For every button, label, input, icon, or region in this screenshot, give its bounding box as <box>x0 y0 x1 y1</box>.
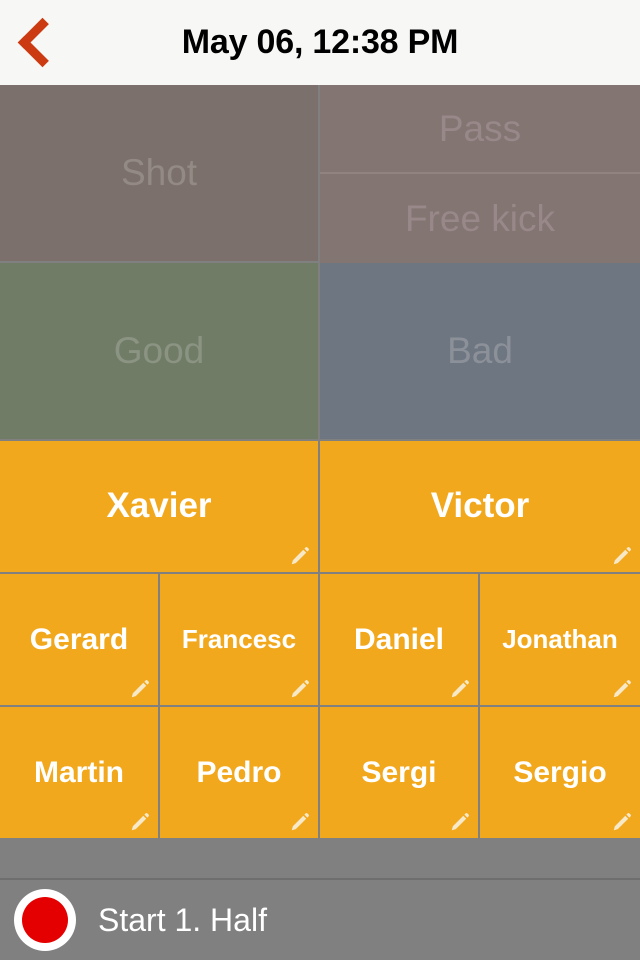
pencil-icon[interactable] <box>611 678 633 700</box>
player-tile[interactable]: Pedro <box>160 707 320 840</box>
back-button[interactable] <box>8 0 70 85</box>
record-circle-icon[interactable] <box>14 889 76 951</box>
quality-tile-good[interactable]: Good <box>0 263 320 441</box>
action-type-row: Shot Pass Free kick <box>0 85 640 263</box>
event-grid: Shot Pass Free kick Good Bad Xavier Vict… <box>0 85 640 840</box>
action-tile-group-right: Pass Free kick <box>320 85 640 263</box>
player-tile[interactable]: Daniel <box>320 574 480 707</box>
action-tile-shot[interactable]: Shot <box>0 85 320 263</box>
action-tile-pass-label: Pass <box>438 107 522 149</box>
pencil-icon[interactable] <box>289 678 311 700</box>
action-tile-pass[interactable]: Pass <box>320 85 640 174</box>
player-row: Xavier Victor <box>0 441 640 574</box>
player-name: Victor <box>430 486 530 526</box>
player-name: Xavier <box>106 486 212 526</box>
pencil-icon[interactable] <box>289 811 311 833</box>
player-name: Gerard <box>29 622 129 656</box>
player-tile[interactable]: Sergio <box>480 707 640 840</box>
pencil-icon[interactable] <box>129 811 151 833</box>
player-name: Pedro <box>196 755 282 789</box>
record-dot <box>22 897 68 943</box>
action-tile-free-kick-label: Free kick <box>404 197 556 239</box>
navigation-bar: May 06, 12:38 PM <box>0 0 640 85</box>
player-tile[interactable]: Xavier <box>0 441 320 574</box>
player-name: Jonathan <box>502 623 618 654</box>
player-name: Sergi <box>361 755 437 789</box>
quality-tile-bad[interactable]: Bad <box>320 263 640 441</box>
player-row: Gerard Francesc Daniel Jonathan <box>0 574 640 707</box>
player-name: Daniel <box>353 622 445 656</box>
player-row: Martin Pedro Sergi Sergio <box>0 707 640 840</box>
action-tile-shot-label: Shot <box>120 152 198 193</box>
pencil-icon[interactable] <box>449 811 471 833</box>
pencil-icon[interactable] <box>611 811 633 833</box>
chevron-left-icon <box>17 17 67 68</box>
pencil-icon[interactable] <box>129 678 151 700</box>
quality-tile-bad-label: Bad <box>447 330 513 371</box>
pencil-icon[interactable] <box>289 545 311 567</box>
player-tile[interactable]: Gerard <box>0 574 160 707</box>
player-tile[interactable]: Martin <box>0 707 160 840</box>
quality-row: Good Bad <box>0 263 640 441</box>
action-tile-free-kick[interactable]: Free kick <box>320 174 640 263</box>
quality-tile-good-label: Good <box>113 330 205 371</box>
player-tile[interactable]: Jonathan <box>480 574 640 707</box>
app-screen: May 06, 12:38 PM Shot Pass Free kick Goo… <box>0 0 640 960</box>
player-name: Francesc <box>181 623 297 654</box>
player-tile[interactable]: Francesc <box>160 574 320 707</box>
player-name: Martin <box>34 755 124 789</box>
start-half-button[interactable]: Start 1. Half <box>0 880 640 960</box>
grid-spacer <box>0 840 640 880</box>
start-half-label: Start 1. Half <box>98 901 267 938</box>
player-tile[interactable]: Victor <box>320 441 640 574</box>
pencil-icon[interactable] <box>611 545 633 567</box>
player-tile[interactable]: Sergi <box>320 707 480 840</box>
pencil-icon[interactable] <box>449 678 471 700</box>
player-name: Sergio <box>513 755 607 789</box>
page-title: May 06, 12:38 PM <box>181 23 459 61</box>
